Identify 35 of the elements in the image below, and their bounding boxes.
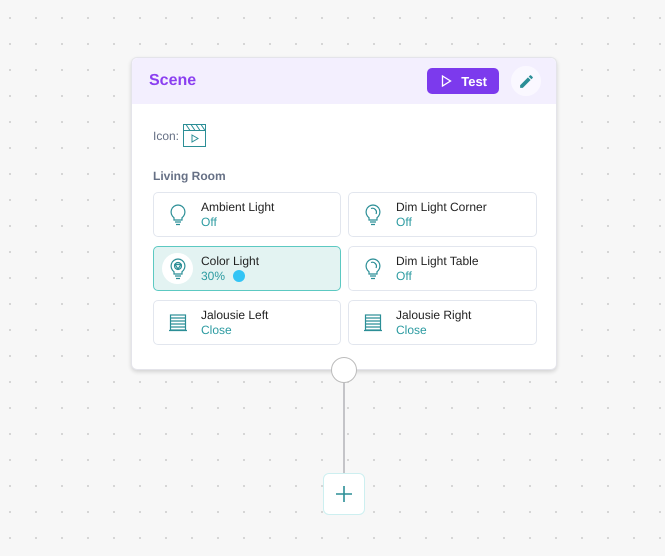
device-tile[interactable]: Dim Light Table Off <box>348 246 537 291</box>
card-title: Scene <box>149 72 198 90</box>
device-state: Off <box>201 215 217 229</box>
room-heading: Living Room <box>153 169 227 183</box>
device-tile[interactable]: Dim Light Corner Off <box>348 192 537 237</box>
test-button[interactable]: Test <box>427 68 499 94</box>
device-tile[interactable]: Jalousie Left Close <box>153 300 341 345</box>
plus-icon <box>335 485 353 503</box>
pencil-icon <box>518 72 534 90</box>
lightbulb-icon <box>364 204 380 226</box>
device-tile[interactable]: Color Light 30% <box>153 246 341 291</box>
edit-button[interactable] <box>511 66 541 96</box>
device-state: Close <box>201 323 232 337</box>
icon-label: Icon: <box>153 128 180 142</box>
device-state: Off <box>396 269 412 283</box>
device-name: Color Light <box>201 254 260 268</box>
lightbulb-icon <box>170 258 186 280</box>
connection-handle[interactable] <box>331 357 357 383</box>
device-state: Off <box>396 215 412 229</box>
device-state: 30% <box>201 269 226 283</box>
device-tile[interactable]: Jalousie Right Close <box>348 300 537 345</box>
clapperboard-icon[interactable] <box>183 124 206 147</box>
device-name: Dim Light Table <box>396 254 478 268</box>
add-button[interactable] <box>323 473 365 515</box>
device-tile[interactable]: Ambient Light Off <box>153 192 341 237</box>
play-icon <box>441 75 452 87</box>
window-blind-icon <box>362 314 382 332</box>
device-name: Jalousie Left <box>201 308 268 322</box>
device-name: Ambient Light <box>201 200 274 214</box>
lightbulb-icon <box>170 204 186 226</box>
window-blind-icon <box>168 314 188 332</box>
device-state: Close <box>396 323 427 337</box>
device-name: Jalousie Right <box>396 308 472 322</box>
device-name: Dim Light Corner <box>396 200 487 214</box>
lightbulb-icon <box>364 258 380 280</box>
